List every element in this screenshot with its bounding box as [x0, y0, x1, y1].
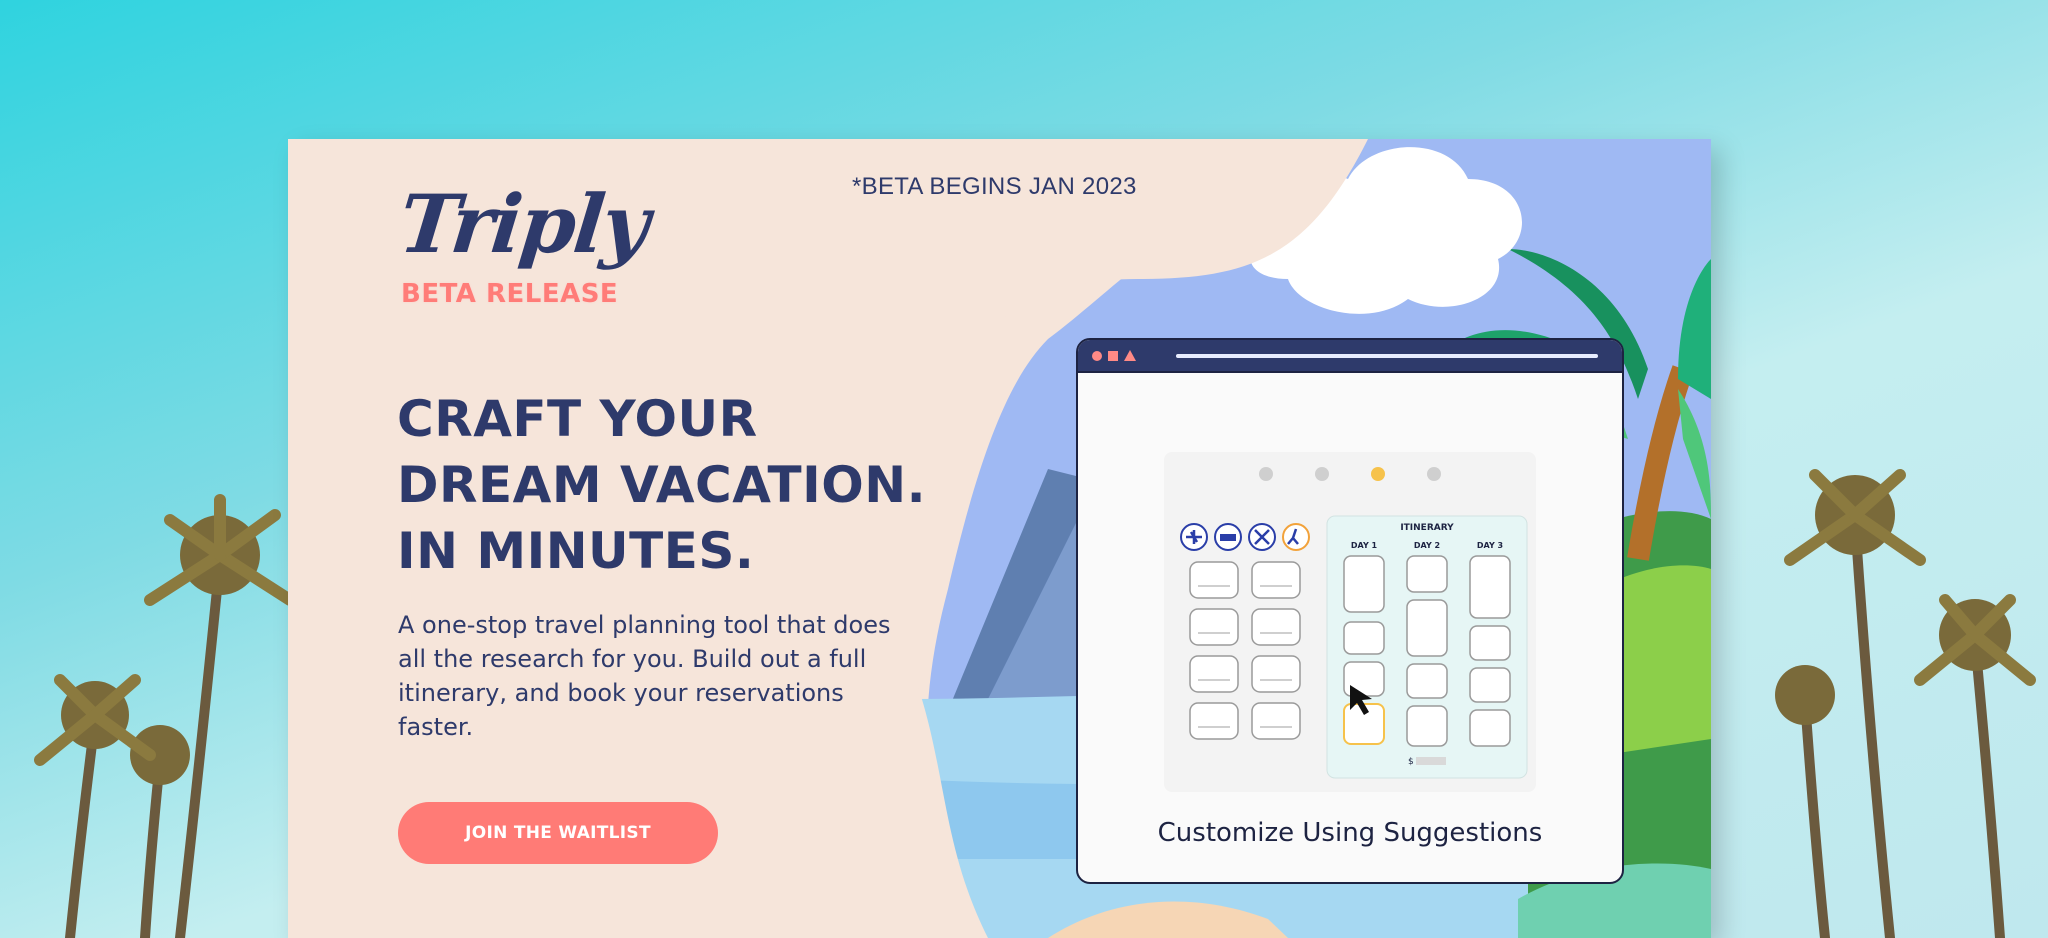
beta-announcement: *BETA BEGINS JAN 2023 [852, 173, 1137, 200]
headline-line-2: DREAM VACATION. [397, 456, 927, 514]
price-symbol: $ [1408, 757, 1414, 767]
triply-logo: Triply [395, 177, 653, 271]
window-titlebar [1078, 340, 1622, 373]
join-waitlist-button[interactable]: JOIN THE WAITLIST [398, 802, 718, 864]
hiking-icon [1282, 523, 1310, 551]
itinerary-builder-mockup: ITINERARY DAY 1 DAY 2 DAY 3 $ [1164, 452, 1536, 792]
headline-line-3: IN MINUTES. [397, 522, 755, 580]
carousel-dot [1315, 467, 1329, 481]
app-preview-window: ITINERARY DAY 1 DAY 2 DAY 3 $ Customize … [1076, 338, 1624, 884]
beta-release-label: BETA RELEASE [401, 279, 619, 309]
day-2-label: DAY 2 [1414, 541, 1440, 550]
carousel-dot [1259, 467, 1273, 481]
hero-card: Triply BETA RELEASE *BETA BEGINS JAN 202… [288, 139, 1711, 938]
day-1-label: DAY 1 [1351, 541, 1378, 550]
window-minimize-icon [1124, 350, 1136, 361]
page-title: CRAFT YOUR DREAM VACATION. IN MINUTES. [397, 386, 997, 584]
carousel-dot [1427, 467, 1441, 481]
carousel-dot-active [1371, 467, 1385, 481]
hero-description: A one-stop travel planning tool that doe… [398, 611, 891, 741]
day-3-label: DAY 3 [1477, 541, 1503, 550]
window-address-bar [1176, 354, 1598, 358]
window-close-icon [1092, 350, 1102, 361]
window-maximize-icon [1108, 350, 1118, 361]
preview-caption: Customize Using Suggestions [1157, 818, 1543, 848]
headline-line-1: CRAFT YOUR [397, 390, 758, 448]
itinerary-title: ITINERARY [1400, 523, 1454, 533]
